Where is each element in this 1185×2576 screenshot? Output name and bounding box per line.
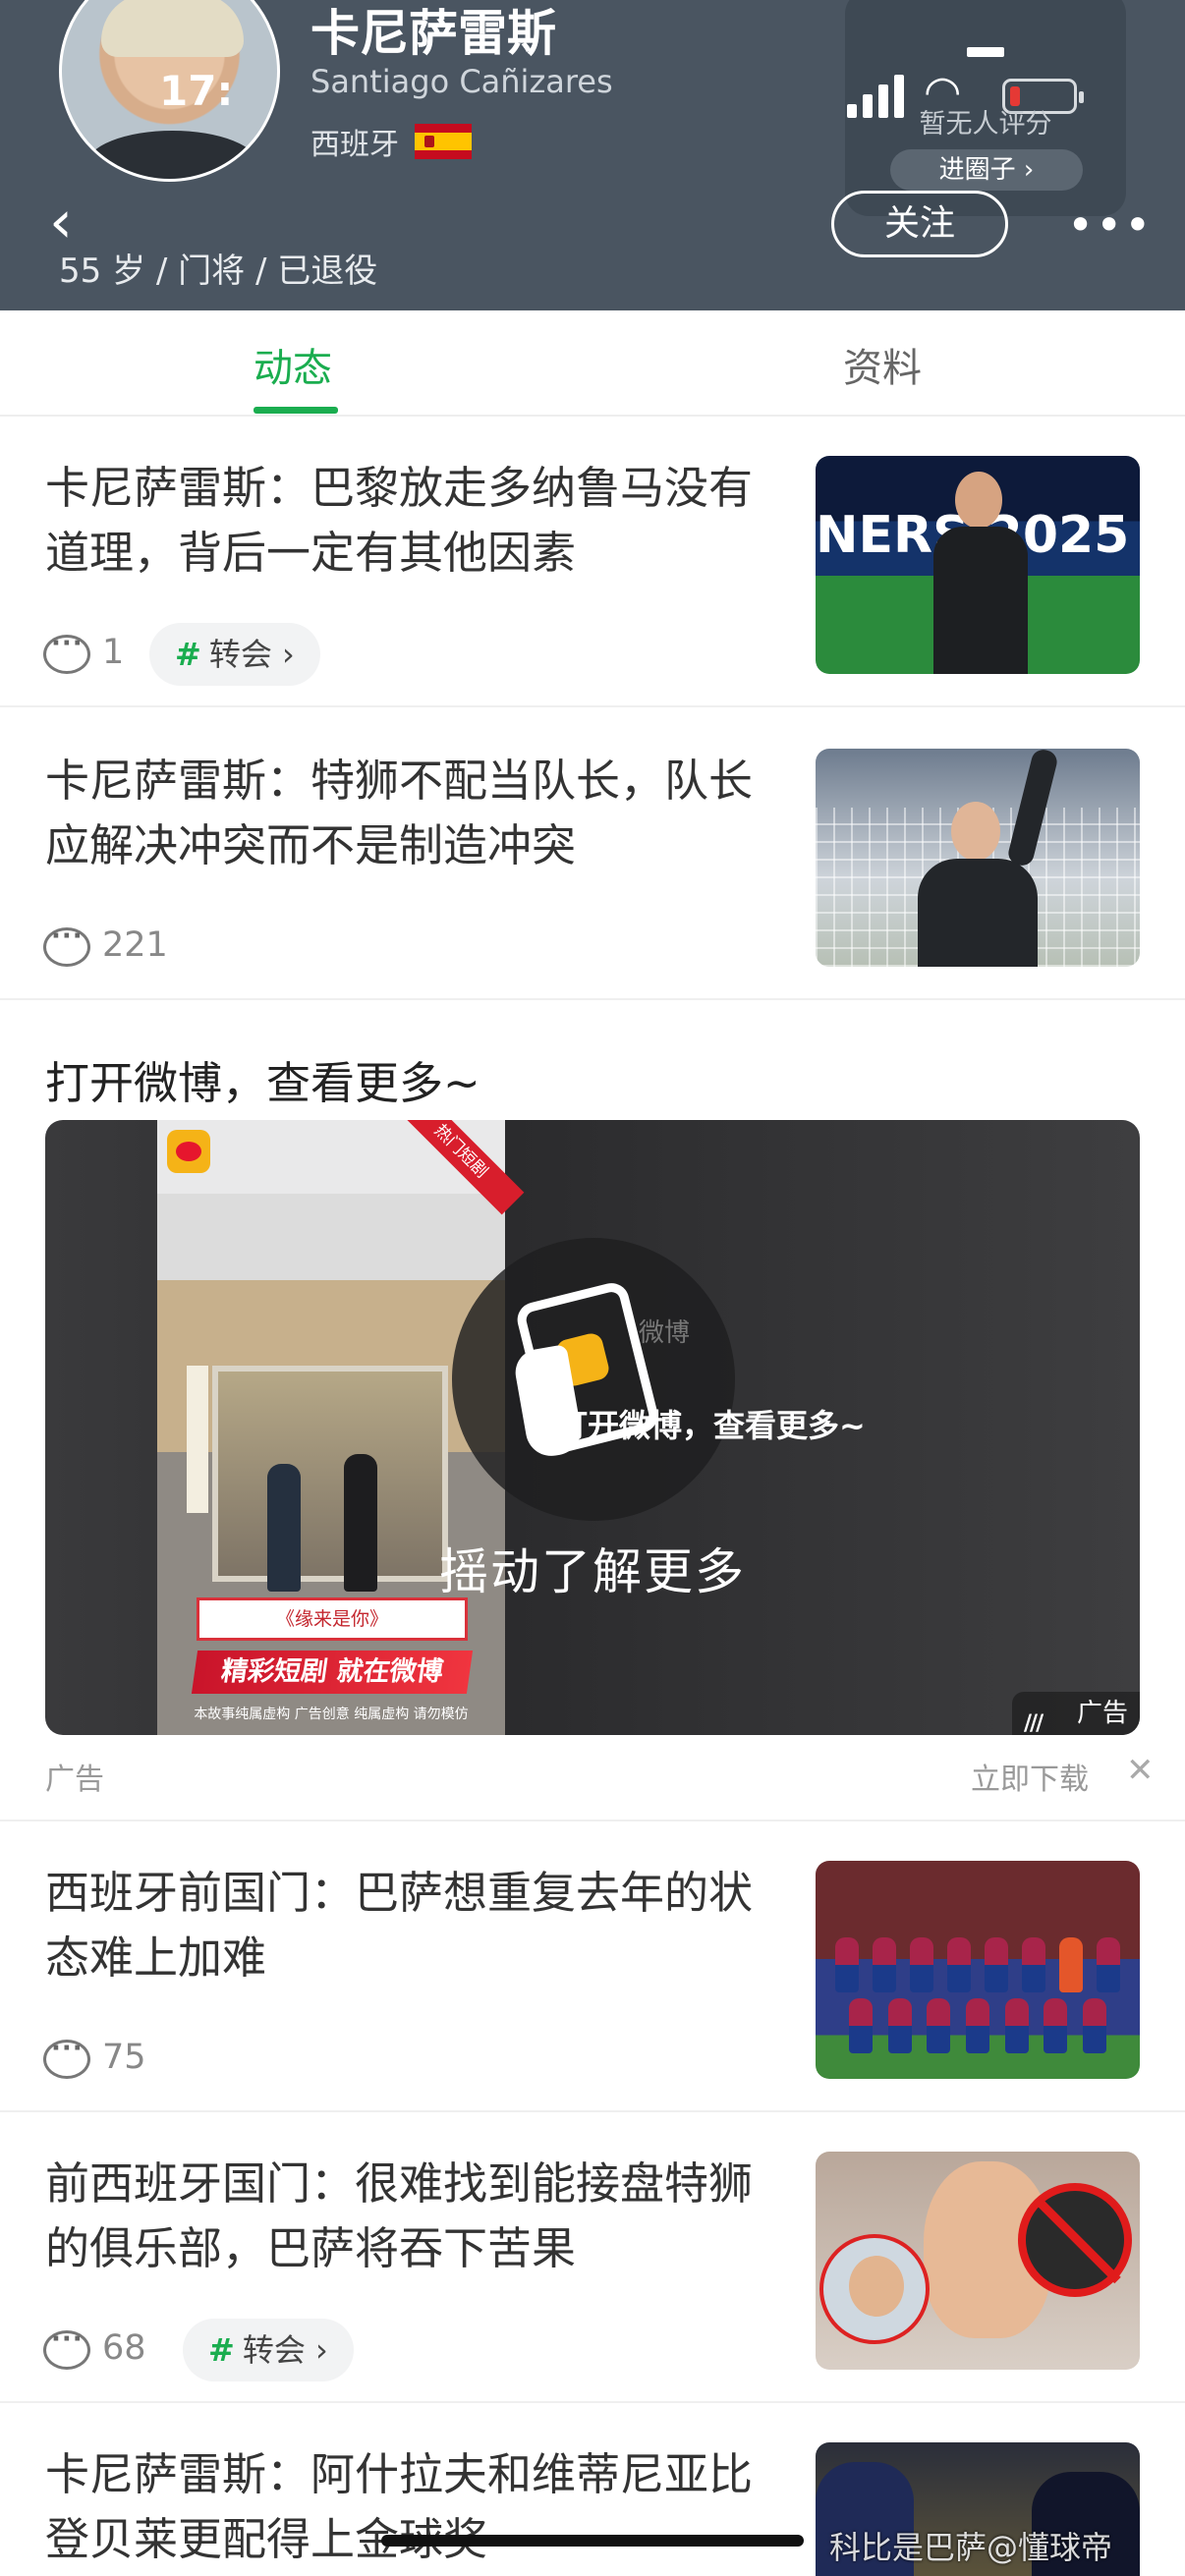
topic-tag[interactable]: # 转会 › <box>149 623 320 686</box>
ad-label: 广告 <box>45 1763 104 1797</box>
player-english-name: Santiago Cañizares <box>310 63 613 100</box>
rating-text: 暂无人评分 <box>919 109 1052 140</box>
topic-tag[interactable]: # 转会 › <box>183 2319 354 2381</box>
overlay-brand: 微博 <box>639 1318 691 1348</box>
news-item[interactable]: 前西班牙国门：很难找到能接盘特狮的俱乐部，巴萨将吞下苦果 68 #转会 › <box>0 2112 1185 2403</box>
ad-poster: 热门短剧 《缘来是你》 精彩短剧 就在微博 本故事纯属虚构 广告创意 纯属虚构 … <box>157 1120 525 1735</box>
ad-mark-icon: /// <box>1024 1711 1044 1735</box>
hash-icon: # <box>175 636 201 673</box>
comment-icon <box>43 2034 90 2079</box>
close-icon[interactable]: ✕ <box>1126 1751 1155 1790</box>
back-button[interactable]: ‹ <box>49 193 73 252</box>
news-title[interactable]: 西班牙前国门：巴萨想重复去年的状态难上加难 <box>45 1861 753 1990</box>
comment-icon <box>43 2324 90 2370</box>
status-time: 17: <box>159 67 234 115</box>
player-meta: 55 岁 / 门将 / 已退役 <box>59 252 378 291</box>
shake-prompt: 摇动了解更多 <box>439 1543 746 1600</box>
join-circle-button[interactable]: 进圈子 › <box>890 149 1083 191</box>
poster-quote: 《缘来是你》 <box>197 1597 468 1641</box>
tab-bar: 动态 资料 <box>0 310 1185 417</box>
spain-flag-icon <box>415 124 472 159</box>
rating-dash <box>967 47 1004 57</box>
news-title[interactable]: 卡尼萨雷斯：阿什拉夫和维蒂尼亚比登贝莱更配得上金球奖 <box>45 2442 753 2572</box>
topic-tag-label: 转会 › <box>208 636 295 673</box>
ad-badge: ///广告 <box>1012 1692 1140 1735</box>
comment-count: 75 <box>102 2038 146 2077</box>
prohibited-icon <box>1018 2183 1132 2297</box>
tab-profile[interactable]: 资料 <box>843 336 922 393</box>
ad-video[interactable]: 热门短剧 《缘来是你》 精彩短剧 就在微博 本故事纯属虚构 广告创意 纯属虚构 … <box>45 1120 1140 1735</box>
comment-count: 221 <box>102 925 168 965</box>
comment-icon <box>43 629 90 674</box>
news-item[interactable]: 西班牙前国门：巴萨想重复去年的状态难上加难 75 <box>0 1821 1185 2112</box>
comment-count: 68 <box>102 2328 146 2368</box>
hash-icon: # <box>208 2331 235 2369</box>
more-options-icon[interactable]: ••• <box>1067 202 1153 248</box>
news-title[interactable]: 前西班牙国门：很难找到能接盘特狮的俱乐部，巴萨将吞下苦果 <box>45 2152 753 2281</box>
news-title[interactable]: 卡尼萨雷斯：特狮不配当队长，队长应解决冲突而不是制造冲突 <box>45 749 753 878</box>
ad-headline[interactable]: 打开微博，查看更多~ <box>45 1047 480 1111</box>
news-thumbnail[interactable] <box>816 749 1140 967</box>
profile-header: 17: 卡尼萨雷斯 Santiago Cañizares 西班牙 ‹ 55 岁 … <box>0 0 1185 310</box>
poster-corner-ribbon: 热门短剧 <box>397 1120 525 1215</box>
news-item[interactable]: 卡尼萨雷斯：特狮不配当队长，队长应解决冲突而不是制造冲突 221 <box>0 709 1185 1000</box>
news-item[interactable]: 卡尼萨雷斯：巴黎放走多纳鲁马没有道理，背后一定有其他因素 1 #转会 › NER… <box>0 417 1185 707</box>
weibo-logo-icon <box>167 1130 210 1173</box>
home-indicator[interactable] <box>381 2535 804 2547</box>
topic-tag-label: 转会 › <box>242 2331 328 2369</box>
active-tab-indicator <box>254 407 338 414</box>
player-nation: 西班牙 <box>310 128 399 162</box>
watermark: 科比是巴萨@懂球帝 <box>829 2529 1113 2566</box>
weibo-ad-card[interactable]: 打开微博，查看更多~ 热门短剧 《缘来是你》 精彩短剧 就在微博 本故事纯属虚构… <box>0 1000 1185 1821</box>
tab-feed[interactable]: 动态 <box>254 336 332 393</box>
comment-icon <box>43 922 90 967</box>
news-thumbnail[interactable]: NERS 2025 <box>816 456 1140 674</box>
news-title[interactable]: 卡尼萨雷斯：巴黎放走多纳鲁马没有道理，背后一定有其他因素 <box>45 456 753 586</box>
player-name: 卡尼萨雷斯 <box>310 5 556 62</box>
poster-banner: 精彩短剧 就在微博 <box>191 1651 474 1694</box>
comment-count: 1 <box>102 633 125 672</box>
news-thumbnail[interactable] <box>816 1861 1140 2079</box>
poster-fine-print: 本故事纯属虚构 广告创意 纯属虚构 请勿模仿 <box>194 1707 469 1722</box>
news-thumbnail[interactable] <box>816 2152 1140 2370</box>
download-button[interactable]: 立即下载 <box>971 1755 1089 1798</box>
follow-button[interactable]: 关注 <box>831 191 1008 257</box>
